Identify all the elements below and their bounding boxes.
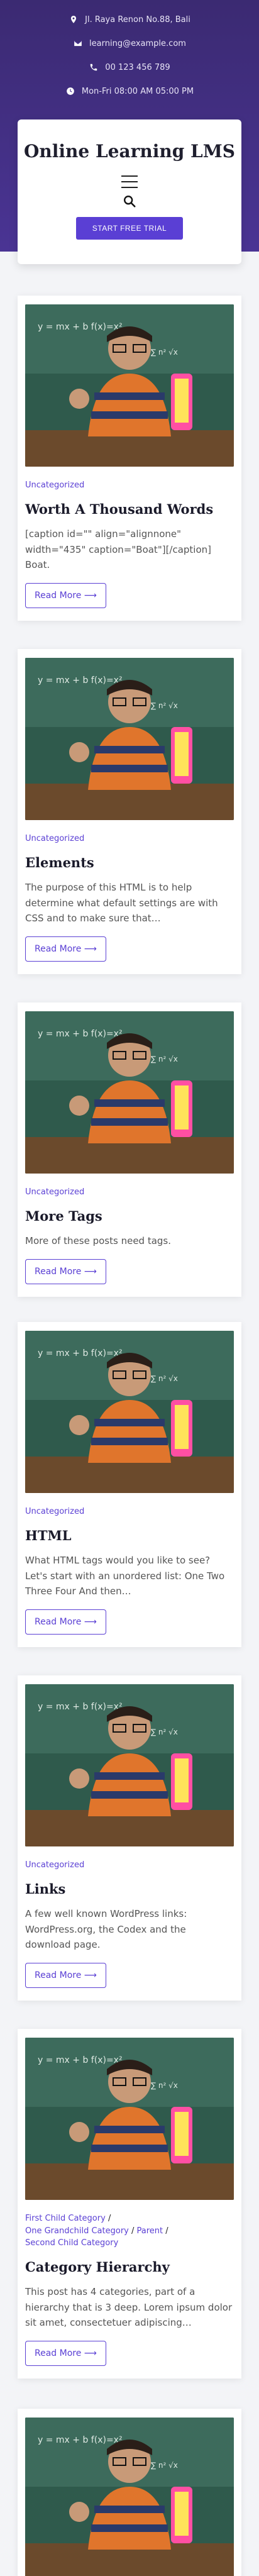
site-header: Online Learning LMS START FREE TRIAL <box>18 119 241 264</box>
svg-text:∑ n² √x: ∑ n² √x <box>151 2461 178 2470</box>
svg-text:y = mx + b f(x)=x²: y = mx + b f(x)=x² <box>38 2435 123 2445</box>
phone-text[interactable]: 00 123 456 789 <box>105 63 170 72</box>
address-text: Jl. Raya Renon No.88, Bali <box>85 14 190 25</box>
post-thumbnail[interactable]: y = mx + b f(x)=x² ∑ n² √x <box>25 2038 234 2200</box>
menu-toggle-icon[interactable] <box>121 175 138 188</box>
svg-text:y = mx + b f(x)=x²: y = mx + b f(x)=x² <box>38 1348 123 1358</box>
topbar-phone[interactable]: 00 123 456 789 <box>0 55 259 79</box>
post-excerpt: More of these posts need tags. <box>25 1235 172 1246</box>
email-text[interactable]: learning@example.com <box>89 39 186 48</box>
site-title[interactable]: Online Learning LMS <box>18 141 241 162</box>
post-card: y = mx + b f(x)=x² ∑ n² √x <box>18 2409 241 2576</box>
svg-text:y = mx + b f(x)=x²: y = mx + b f(x)=x² <box>38 1029 123 1039</box>
category-link[interactable]: One Grandchild Category <box>25 2226 129 2236</box>
read-more-button[interactable]: Read More ⟶ <box>25 1258 106 1284</box>
post-excerpt: What HTML tags would you like to see? Le… <box>25 1554 225 1597</box>
post-card: y = mx + b f(x)=x² ∑ n² √x First Child C… <box>18 2029 241 2379</box>
svg-text:∑ n² √x: ∑ n² √x <box>151 1055 178 1063</box>
post-category[interactable]: Uncategorized <box>25 1506 234 1518</box>
post-title[interactable]: Category Hierarchy <box>25 2258 234 2275</box>
phone-icon <box>89 62 99 72</box>
post-thumbnail[interactable]: y = mx + b f(x)=x² ∑ n² √x <box>25 658 234 820</box>
post-excerpt: A few well known WordPress links: WordPr… <box>25 1907 187 1951</box>
post-thumbnail[interactable]: y = mx + b f(x)=x² ∑ n² √x <box>25 304 234 467</box>
post-category[interactable]: Uncategorized <box>25 833 234 845</box>
topbar-address: Jl. Raya Renon No.88, Bali <box>0 8 259 31</box>
read-more-button[interactable]: Read More ⟶ <box>25 1609 106 1635</box>
envelope-icon <box>73 38 83 48</box>
category-link[interactable]: Second Child Category <box>25 2238 118 2248</box>
post-title[interactable]: Links <box>25 1880 234 1897</box>
svg-text:y = mx + b f(x)=x²: y = mx + b f(x)=x² <box>38 2055 123 2065</box>
map-pin-icon <box>69 14 79 25</box>
topbar-email[interactable]: learning@example.com <box>0 31 259 55</box>
svg-text:y = mx + b f(x)=x²: y = mx + b f(x)=x² <box>38 675 123 686</box>
post-card: y = mx + b f(x)=x² ∑ n² √x Uncategorized… <box>18 649 241 975</box>
start-free-trial-button[interactable]: START FREE TRIAL <box>75 217 184 240</box>
svg-text:∑ n² √x: ∑ n² √x <box>151 701 178 710</box>
post-card: y = mx + b f(x)=x² ∑ n² √x Uncategorized… <box>18 1002 241 1297</box>
post-excerpt: [caption id="" align="alignnone" width="… <box>25 528 212 571</box>
post-title[interactable]: Worth A Thousand Words <box>25 501 234 518</box>
post-category[interactable]: Uncategorized <box>25 1859 234 1872</box>
post-thumbnail[interactable]: y = mx + b f(x)=x² ∑ n² √x <box>25 2418 234 2576</box>
svg-text:y = mx + b f(x)=x²: y = mx + b f(x)=x² <box>38 1702 123 1712</box>
clock-icon <box>65 86 75 96</box>
post-title[interactable]: Elements <box>25 854 234 871</box>
read-more-button[interactable]: Read More ⟶ <box>25 583 106 609</box>
post-card: y = mx + b f(x)=x² ∑ n² √x Uncategorized… <box>18 296 241 621</box>
svg-text:∑ n² √x: ∑ n² √x <box>151 1728 178 1736</box>
hours-text: Mon-Fri 08:00 AM 05:00 PM <box>81 86 194 96</box>
svg-text:∑ n² √x: ∑ n² √x <box>151 1374 178 1383</box>
post-excerpt: The purpose of this HTML is to help dete… <box>25 881 218 924</box>
category-link[interactable]: First Child Category <box>25 2214 106 2223</box>
post-title[interactable]: More Tags <box>25 1208 234 1224</box>
read-more-button[interactable]: Read More ⟶ <box>25 936 106 962</box>
post-category[interactable]: Uncategorized <box>25 1186 234 1199</box>
post-card: y = mx + b f(x)=x² ∑ n² √x Uncategorized… <box>18 1322 241 1648</box>
post-title[interactable]: HTML <box>25 1527 234 1544</box>
post-card: y = mx + b f(x)=x² ∑ n² √x Uncategorized… <box>18 1675 241 2001</box>
topbar: Jl. Raya Renon No.88, Bali learning@exam… <box>0 0 259 103</box>
post-category[interactable]: Uncategorized <box>25 479 234 492</box>
read-more-button[interactable]: Read More ⟶ <box>25 2341 106 2367</box>
category-link[interactable]: Parent <box>137 2226 163 2236</box>
svg-text:∑ n² √x: ∑ n² √x <box>151 348 178 357</box>
search-icon[interactable] <box>123 194 136 208</box>
topbar-hours: Mon-Fri 08:00 AM 05:00 PM <box>0 79 259 103</box>
post-thumbnail[interactable]: y = mx + b f(x)=x² ∑ n² √x <box>25 1684 234 1846</box>
svg-text:y = mx + b f(x)=x²: y = mx + b f(x)=x² <box>38 322 123 332</box>
post-thumbnail[interactable]: y = mx + b f(x)=x² ∑ n² √x <box>25 1011 234 1174</box>
post-thumbnail[interactable]: y = mx + b f(x)=x² ∑ n² √x <box>25 1331 234 1493</box>
post-categories: First Child Category / One Grandchild Ca… <box>25 2214 168 2248</box>
read-more-button[interactable]: Read More ⟶ <box>25 1963 106 1989</box>
svg-text:∑ n² √x: ∑ n² √x <box>151 2081 178 2090</box>
post-excerpt: This post has 4 categories, part of a hi… <box>25 2285 233 2329</box>
